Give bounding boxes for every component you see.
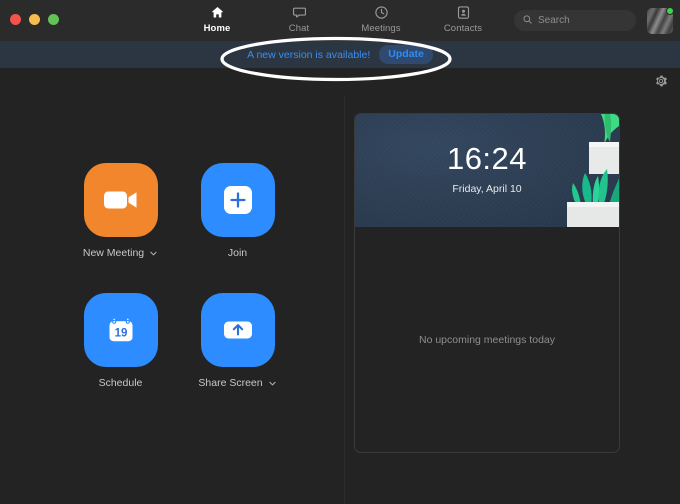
nav-tab-label: Contacts [443,23,483,34]
content-divider [344,95,345,504]
nav-tab-chat[interactable]: Chat [270,3,328,34]
action-label: Schedule [98,377,143,389]
search-input[interactable]: Search [514,10,636,31]
contacts-icon [456,3,471,21]
schedule-action[interactable]: 19 Schedule [62,293,179,389]
share-screen-label-row: Share Screen [198,377,276,389]
nav-tab-meetings[interactable]: Meetings [352,3,410,34]
zoom-app-window: Home Chat Meetings Contacts Search A new… [0,0,680,504]
search-placeholder: Search [538,15,570,26]
gear-icon [656,75,667,87]
avatar[interactable] [647,7,674,34]
new-meeting-action[interactable]: New Meeting [62,163,179,259]
nav-tab-label: Home [203,23,231,34]
action-label: Join [227,247,248,259]
action-label: Share Screen [198,377,263,389]
join-action[interactable]: Join [179,163,296,259]
search-icon [522,12,533,30]
nav-tab-label: Meetings [361,23,401,34]
join-tile[interactable] [200,163,275,237]
nav-tab-home[interactable]: Home [188,3,246,34]
plus-square-icon [223,186,252,214]
chevron-down-icon[interactable] [268,379,277,388]
schedule-tile[interactable]: 19 [83,293,158,367]
share-screen-icon [223,321,252,339]
nav-tab-label: Chat [288,23,310,34]
new-meeting-label-row: New Meeting [83,247,158,259]
update-banner-message: A new version is available! [247,48,371,61]
share-screen-tile[interactable] [200,293,275,367]
quick-actions: New Meeting Join 19 Schedule Share Scree… [62,163,312,389]
update-banner: A new version is available! Update [0,41,680,68]
calendar-icon: 19 [109,318,132,342]
card-banner: 16:24 Friday, April 10 [355,114,619,227]
chat-icon [292,3,307,21]
card-body: No upcoming meetings today [355,227,619,452]
empty-state-text: No upcoming meetings today [419,334,555,346]
action-label: New Meeting [82,247,145,259]
update-button[interactable]: Update [379,45,433,64]
video-camera-icon [103,191,136,209]
upcoming-meetings-card: 16:24 Friday, April 10 No upcoming meeti… [354,113,620,453]
schedule-label-row: Schedule [99,377,143,389]
nav-tab-contacts[interactable]: Contacts [434,3,492,34]
chevron-down-icon[interactable] [149,249,158,258]
clock-icon [374,3,389,21]
home-icon [210,3,225,21]
join-label-row: Join [228,247,247,259]
share-screen-action[interactable]: Share Screen [179,293,296,389]
potted-plant-illustration [567,114,619,227]
status-badge [666,7,674,15]
title-bar: Home Chat Meetings Contacts Search [0,0,680,41]
calendar-day: 19 [114,328,127,340]
new-meeting-tile[interactable] [83,163,158,237]
settings-button[interactable] [652,72,670,90]
